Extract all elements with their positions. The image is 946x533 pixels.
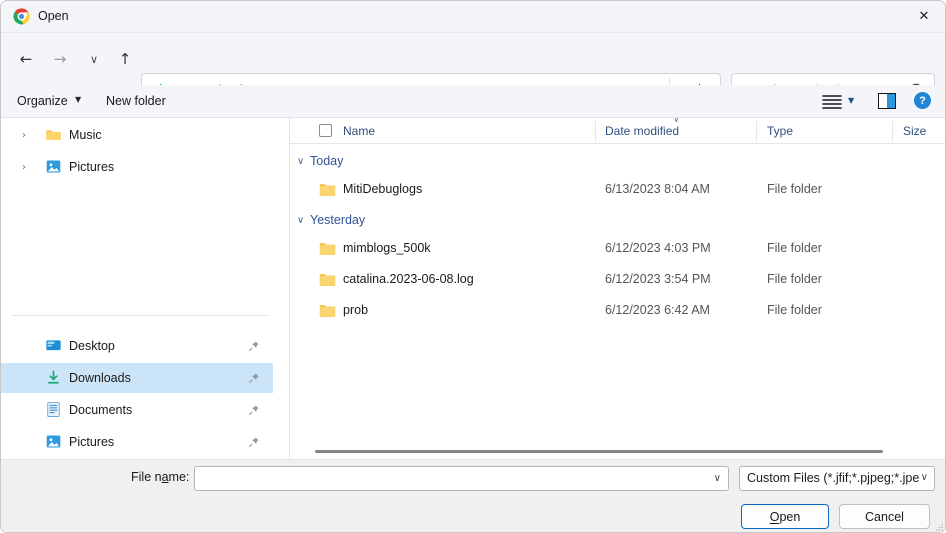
column-separator-3[interactable] <box>892 121 893 141</box>
sidebar-item-desktop[interactable]: Desktop <box>1 331 273 361</box>
folder-icon <box>45 126 62 143</box>
sidebar-item-label: Music <box>69 128 102 142</box>
table-row[interactable]: prob 6/12/2023 6:42 AM File folder <box>290 298 946 324</box>
file-name: catalina.2023-06-08.log <box>343 272 474 286</box>
file-name: MitiDebuglogs <box>343 182 422 196</box>
open-accel: O <box>770 510 780 524</box>
open-rest: pen <box>779 510 800 524</box>
organize-button[interactable]: Organize <box>17 94 68 108</box>
help-icon[interactable]: ? <box>914 92 931 109</box>
sidebar-item-music-tree[interactable]: › Music <box>1 120 273 150</box>
sort-descending-icon: ∨ <box>673 118 680 125</box>
dialog-body: › Music › Pictures <box>1 118 946 459</box>
chevron-down-icon[interactable]: ▼ <box>848 96 854 105</box>
column-headers: Name Date modified ∨ Type Size <box>290 118 946 144</box>
resize-grip-icon[interactable] <box>935 523 944 532</box>
chrome-logo-icon <box>13 8 30 25</box>
folder-icon <box>319 182 336 197</box>
file-name-label: File name: <box>131 470 189 484</box>
cancel-button[interactable]: Cancel <box>839 504 930 529</box>
sidebar-item-label: Desktop <box>69 339 115 353</box>
close-icon[interactable]: ✕ <box>901 1 946 32</box>
group-label: Yesterday <box>310 213 365 227</box>
column-header-size[interactable]: Size <box>903 124 926 138</box>
file-date-modified: 6/12/2023 4:03 PM <box>605 241 711 255</box>
chevron-down-icon[interactable]: ∨ <box>297 215 304 226</box>
chevron-down-icon[interactable]: ∨ <box>714 473 721 484</box>
dialog-footer: File name: ∨ Custom Files (*.jfif;*.pjpe… <box>1 459 946 533</box>
sidebar-item-label: Documents <box>69 403 132 417</box>
desktop-icon <box>45 337 62 354</box>
navigation-pane: › Music › Pictures <box>1 118 284 459</box>
folder-icon <box>319 272 336 287</box>
preview-pane-fill <box>887 94 895 108</box>
back-icon[interactable]: ← <box>12 45 40 73</box>
documents-icon <box>45 401 62 418</box>
recent-locations-icon[interactable]: ∨ <box>80 45 108 73</box>
sidebar-item-label: Pictures <box>69 435 114 449</box>
chevron-down-icon[interactable]: ∨ <box>297 156 304 167</box>
pin-icon[interactable] <box>248 372 260 384</box>
column-separator-2[interactable] <box>756 121 757 141</box>
table-row[interactable]: mimblogs_500k 6/12/2023 4:03 PM File fol… <box>290 236 946 262</box>
open-file-dialog: Open ✕ ← → ∨ ↑ › Downloads › ∨ <box>0 0 946 533</box>
file-list-pane: Name Date modified ∨ Type Size ∨ Today M <box>290 118 946 459</box>
sidebar-item-pictures-tree[interactable]: › Pictures <box>1 152 273 182</box>
open-button[interactable]: Open <box>741 504 829 529</box>
downloads-icon <box>45 369 62 386</box>
folder-icon <box>319 303 336 318</box>
table-row[interactable]: MitiDebuglogs 6/13/2023 8:04 AM File fol… <box>290 177 946 203</box>
file-date-modified: 6/13/2023 8:04 AM <box>605 182 710 196</box>
folder-icon <box>319 241 336 256</box>
pin-icon[interactable] <box>248 436 260 448</box>
chevron-right-icon[interactable]: › <box>22 162 26 173</box>
chevron-down-icon[interactable]: ∨ <box>921 472 928 483</box>
file-type: File folder <box>767 272 822 286</box>
horizontal-scrollbar-thumb[interactable] <box>315 450 883 453</box>
navigation-bar: ← → ∨ ↑ › Downloads › ∨ Search Downloads <box>1 33 946 85</box>
column-header-type[interactable]: Type <box>767 124 793 138</box>
chevron-down-icon[interactable]: ▼ <box>75 95 81 104</box>
file-name: prob <box>343 303 368 317</box>
file-type-filter-value: Custom Files (*.jfif;*.pjpeg;*.jpe <box>747 471 919 485</box>
file-date-modified: 6/12/2023 3:54 PM <box>605 272 711 286</box>
sidebar-item-label: Downloads <box>69 371 131 385</box>
pictures-icon <box>45 433 62 450</box>
sidebar-divider <box>12 315 269 316</box>
pin-icon[interactable] <box>248 404 260 416</box>
select-all-checkbox[interactable] <box>319 124 332 137</box>
column-header-name[interactable]: Name <box>343 124 375 138</box>
preview-pane-icon[interactable] <box>878 93 896 109</box>
window-title: Open <box>38 9 69 23</box>
up-one-level-icon[interactable]: ↑ <box>111 45 139 73</box>
column-header-date-modified[interactable]: Date modified <box>605 124 679 138</box>
file-type-filter-combo[interactable]: Custom Files (*.jfif;*.pjpeg;*.jpe ∨ <box>739 466 935 491</box>
horizontal-scrollbar[interactable] <box>290 445 946 459</box>
sidebar-item-pictures[interactable]: Pictures <box>1 427 273 457</box>
new-folder-button[interactable]: New folder <box>106 94 166 108</box>
group-label: Today <box>310 154 343 168</box>
file-date-modified: 6/12/2023 6:42 AM <box>605 303 710 317</box>
title-bar: Open ✕ <box>1 1 946 33</box>
sidebar-item-documents[interactable]: Documents <box>1 395 273 425</box>
sidebar-scrollbar[interactable] <box>273 118 284 459</box>
chevron-right-icon[interactable]: › <box>22 130 26 141</box>
file-type: File folder <box>767 303 822 317</box>
pin-icon[interactable] <box>248 340 260 352</box>
file-name-input[interactable]: ∨ <box>194 466 729 491</box>
table-row[interactable]: catalina.2023-06-08.log 6/12/2023 3:54 P… <box>290 267 946 293</box>
command-bar: Organize ▼ New folder ▼ ? <box>1 85 946 118</box>
file-type: File folder <box>767 182 822 196</box>
forward-icon[interactable]: → <box>46 45 74 73</box>
file-type: File folder <box>767 241 822 255</box>
sidebar-item-downloads[interactable]: Downloads <box>1 363 273 393</box>
file-name: mimblogs_500k <box>343 241 431 255</box>
pictures-icon <box>45 158 62 175</box>
column-separator-1[interactable] <box>595 121 596 141</box>
sidebar-item-label: Pictures <box>69 160 114 174</box>
list-view-icon[interactable] <box>821 93 843 110</box>
